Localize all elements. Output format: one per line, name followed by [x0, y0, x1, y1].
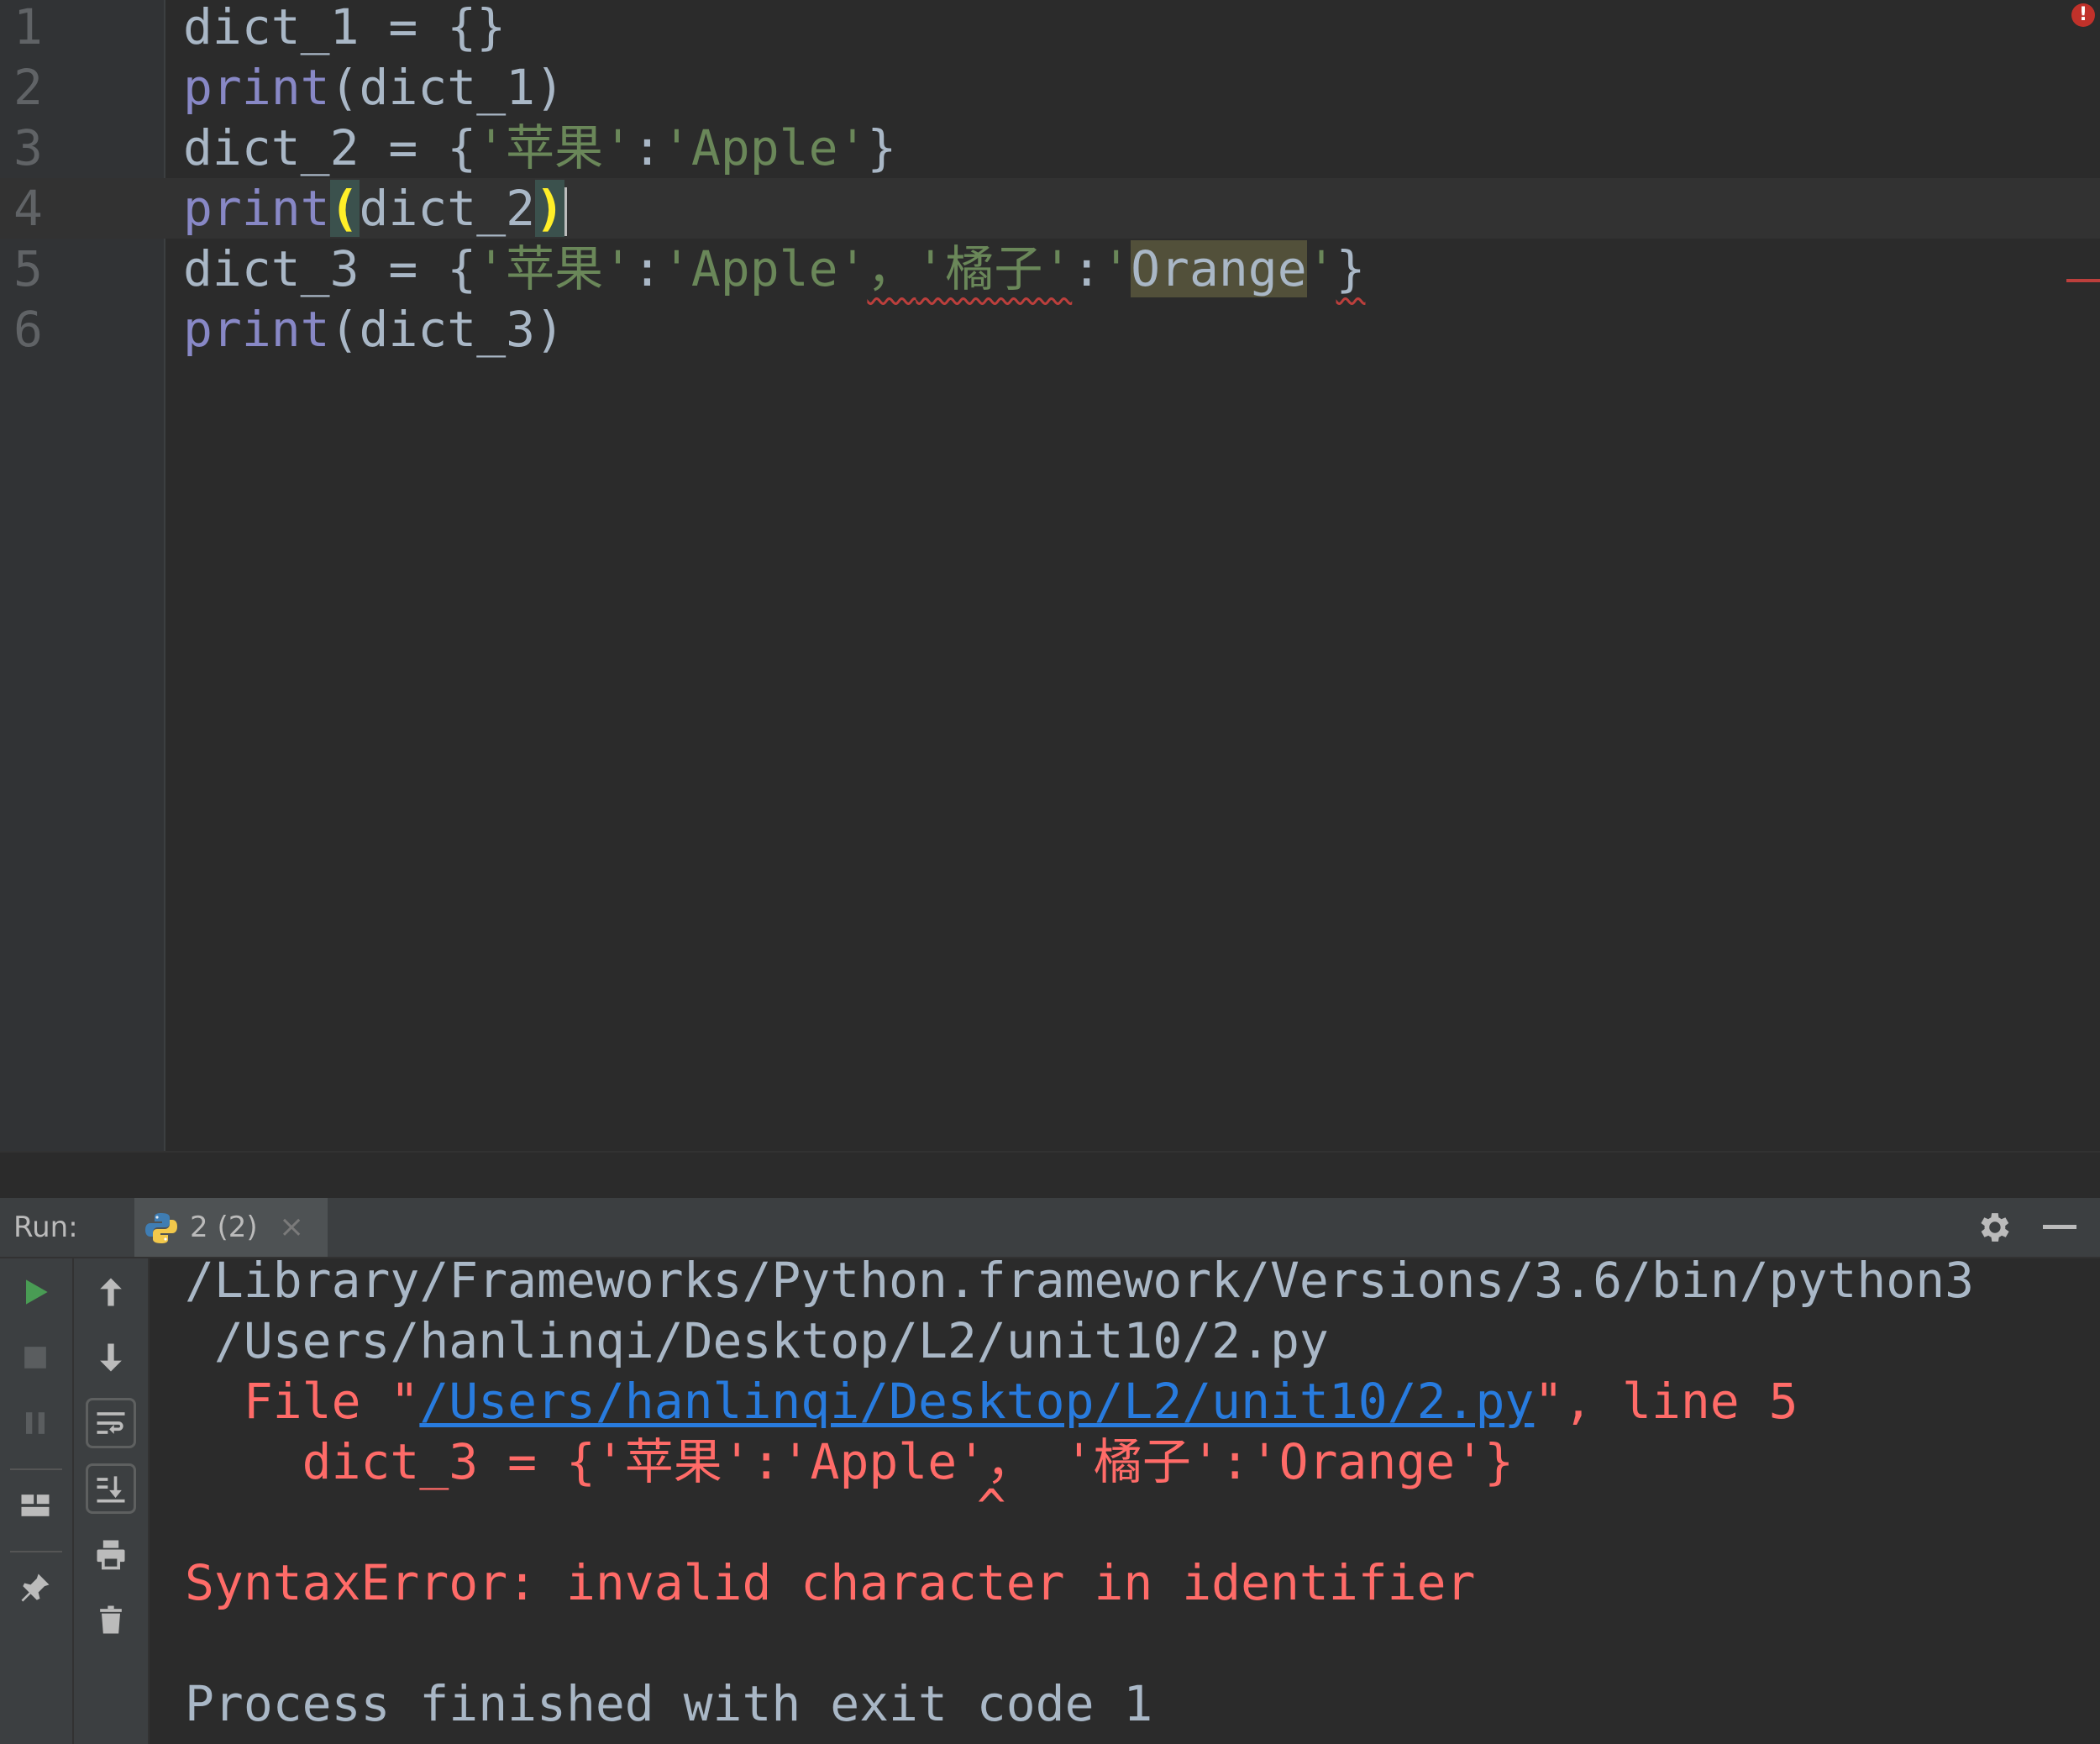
string-literal: 'Apple': [661, 119, 868, 176]
stop-button[interactable]: [10, 1332, 60, 1383]
stop-icon: [24, 1347, 46, 1368]
code-token: :: [633, 240, 662, 297]
keyword-print: print: [183, 180, 330, 237]
restore-layout-button[interactable]: [10, 1480, 60, 1531]
line-number: 4: [13, 180, 43, 237]
code-text-line-6: print(dict_3): [183, 299, 564, 360]
console-line-caret: ^: [185, 1479, 1006, 1536]
line-number: 1: [13, 0, 43, 55]
file-link[interactable]: /Users/hanlinqi/Desktop/L2/unit10/2.py: [419, 1373, 1534, 1430]
code-token: dict_2: [359, 180, 536, 237]
arrow-up-icon: [100, 1278, 122, 1306]
run-toolbar-primary: [0, 1258, 74, 1744]
gear-icon[interactable]: [1974, 1208, 2013, 1247]
run-tab-label: 2 (2): [190, 1211, 258, 1244]
clear-all-button[interactable]: [86, 1594, 136, 1645]
code-token: }: [867, 119, 897, 176]
console-line-file: File "/Users/hanlinqi/Desktop/L2/unit10/…: [185, 1371, 1798, 1431]
python-icon: [145, 1213, 177, 1243]
code-text-line-2: print(dict_1): [183, 57, 564, 118]
close-tab-icon[interactable]: ×: [279, 1198, 304, 1257]
toolbar-divider: [10, 1551, 62, 1552]
run-label: Run:: [13, 1211, 78, 1244]
console-line-syntax-error: SyntaxError: invalid character in identi…: [185, 1554, 1476, 1611]
string-literal-error: '橘子': [916, 240, 1073, 297]
rerun-button[interactable]: [10, 1267, 60, 1317]
string-quote: ': [1306, 240, 1336, 297]
soft-wrap-toggle[interactable]: [86, 1398, 136, 1448]
string-literal: 'Apple': [661, 240, 868, 297]
code-text-line-3: dict_2 = {'苹果':'Apple'}: [183, 118, 896, 178]
code-text-line-5: dict_3 = {'苹果':'Apple'，'橘子':'Orange'}: [183, 239, 1365, 299]
code-token: dict_3 = {: [183, 240, 477, 297]
pin-icon: [21, 1573, 50, 1602]
highlighted-word-orange: Orange: [1131, 240, 1307, 297]
scroll-up-button[interactable]: [86, 1267, 136, 1317]
code-text-line-4: print(dict_2): [183, 178, 567, 239]
file-prefix: File ": [185, 1373, 420, 1430]
file-suffix: ", line 5: [1534, 1373, 1798, 1430]
keyword-print: print: [183, 301, 330, 358]
invalid-comma-error: ，: [867, 240, 916, 297]
console-line-exit: Process finished with exit code 1: [185, 1675, 1153, 1732]
line-number: 2: [13, 59, 43, 116]
console-line-interpreter: /Library/Frameworks/Python.framework/Ver…: [185, 1252, 1975, 1309]
string-quote: ': [1101, 240, 1131, 297]
scroll-to-end-toggle[interactable]: [86, 1463, 136, 1514]
soft-wrap-icon: [97, 1412, 125, 1434]
string-literal: '苹果': [476, 240, 633, 297]
code-token: (dict_1): [329, 59, 564, 116]
minimize-icon[interactable]: [2043, 1225, 2076, 1229]
scroll-to-end-icon: [97, 1476, 125, 1503]
code-text-line-1: dict_1 = {}: [183, 0, 506, 57]
print-button[interactable]: [86, 1529, 136, 1579]
print-icon: [97, 1540, 125, 1570]
line-number: 3: [13, 119, 43, 176]
panel-splitter[interactable]: [0, 1151, 2100, 1200]
code-token: dict_1 = {}: [183, 0, 507, 55]
pin-tab-button[interactable]: [10, 1563, 60, 1613]
brace-error: }: [1336, 240, 1366, 297]
matched-paren-open: (: [329, 180, 360, 237]
string-literal: '苹果': [476, 119, 633, 176]
pause-button[interactable]: [10, 1398, 60, 1448]
line-number: 6: [13, 301, 43, 358]
console-line-script: /Users/hanlinqi/Desktop/L2/unit10/2.py: [185, 1312, 1329, 1369]
keyword-print: print: [183, 59, 330, 116]
layout-icon: [21, 1494, 50, 1516]
code-token: :: [633, 119, 662, 176]
trash-icon: [100, 1605, 122, 1634]
toolbar-divider: [10, 1468, 62, 1470]
play-icon: [26, 1279, 48, 1305]
run-toolbar-secondary: [74, 1258, 150, 1744]
scroll-down-button[interactable]: [86, 1332, 136, 1383]
run-tab[interactable]: 2 (2) ×: [134, 1198, 328, 1257]
error-indicator-icon[interactable]: !: [2071, 3, 2095, 27]
arrow-down-icon: [100, 1343, 122, 1372]
code-token: (dict_3): [329, 301, 564, 358]
code-token: :: [1072, 240, 1102, 297]
error-stripe-marker[interactable]: [2066, 279, 2100, 282]
code-editor[interactable]: 1 2 3 4 5 6 dict_1 = {} print(dict_1) di…: [0, 0, 2100, 1151]
run-console: /Library/Frameworks/Python.framework/Ver…: [0, 1252, 2100, 1744]
text-caret: [564, 186, 567, 236]
code-token: dict_2 = {: [183, 119, 477, 176]
line-number: 5: [13, 240, 43, 297]
pause-icon: [26, 1412, 45, 1434]
matched-paren-close: ): [535, 180, 564, 237]
